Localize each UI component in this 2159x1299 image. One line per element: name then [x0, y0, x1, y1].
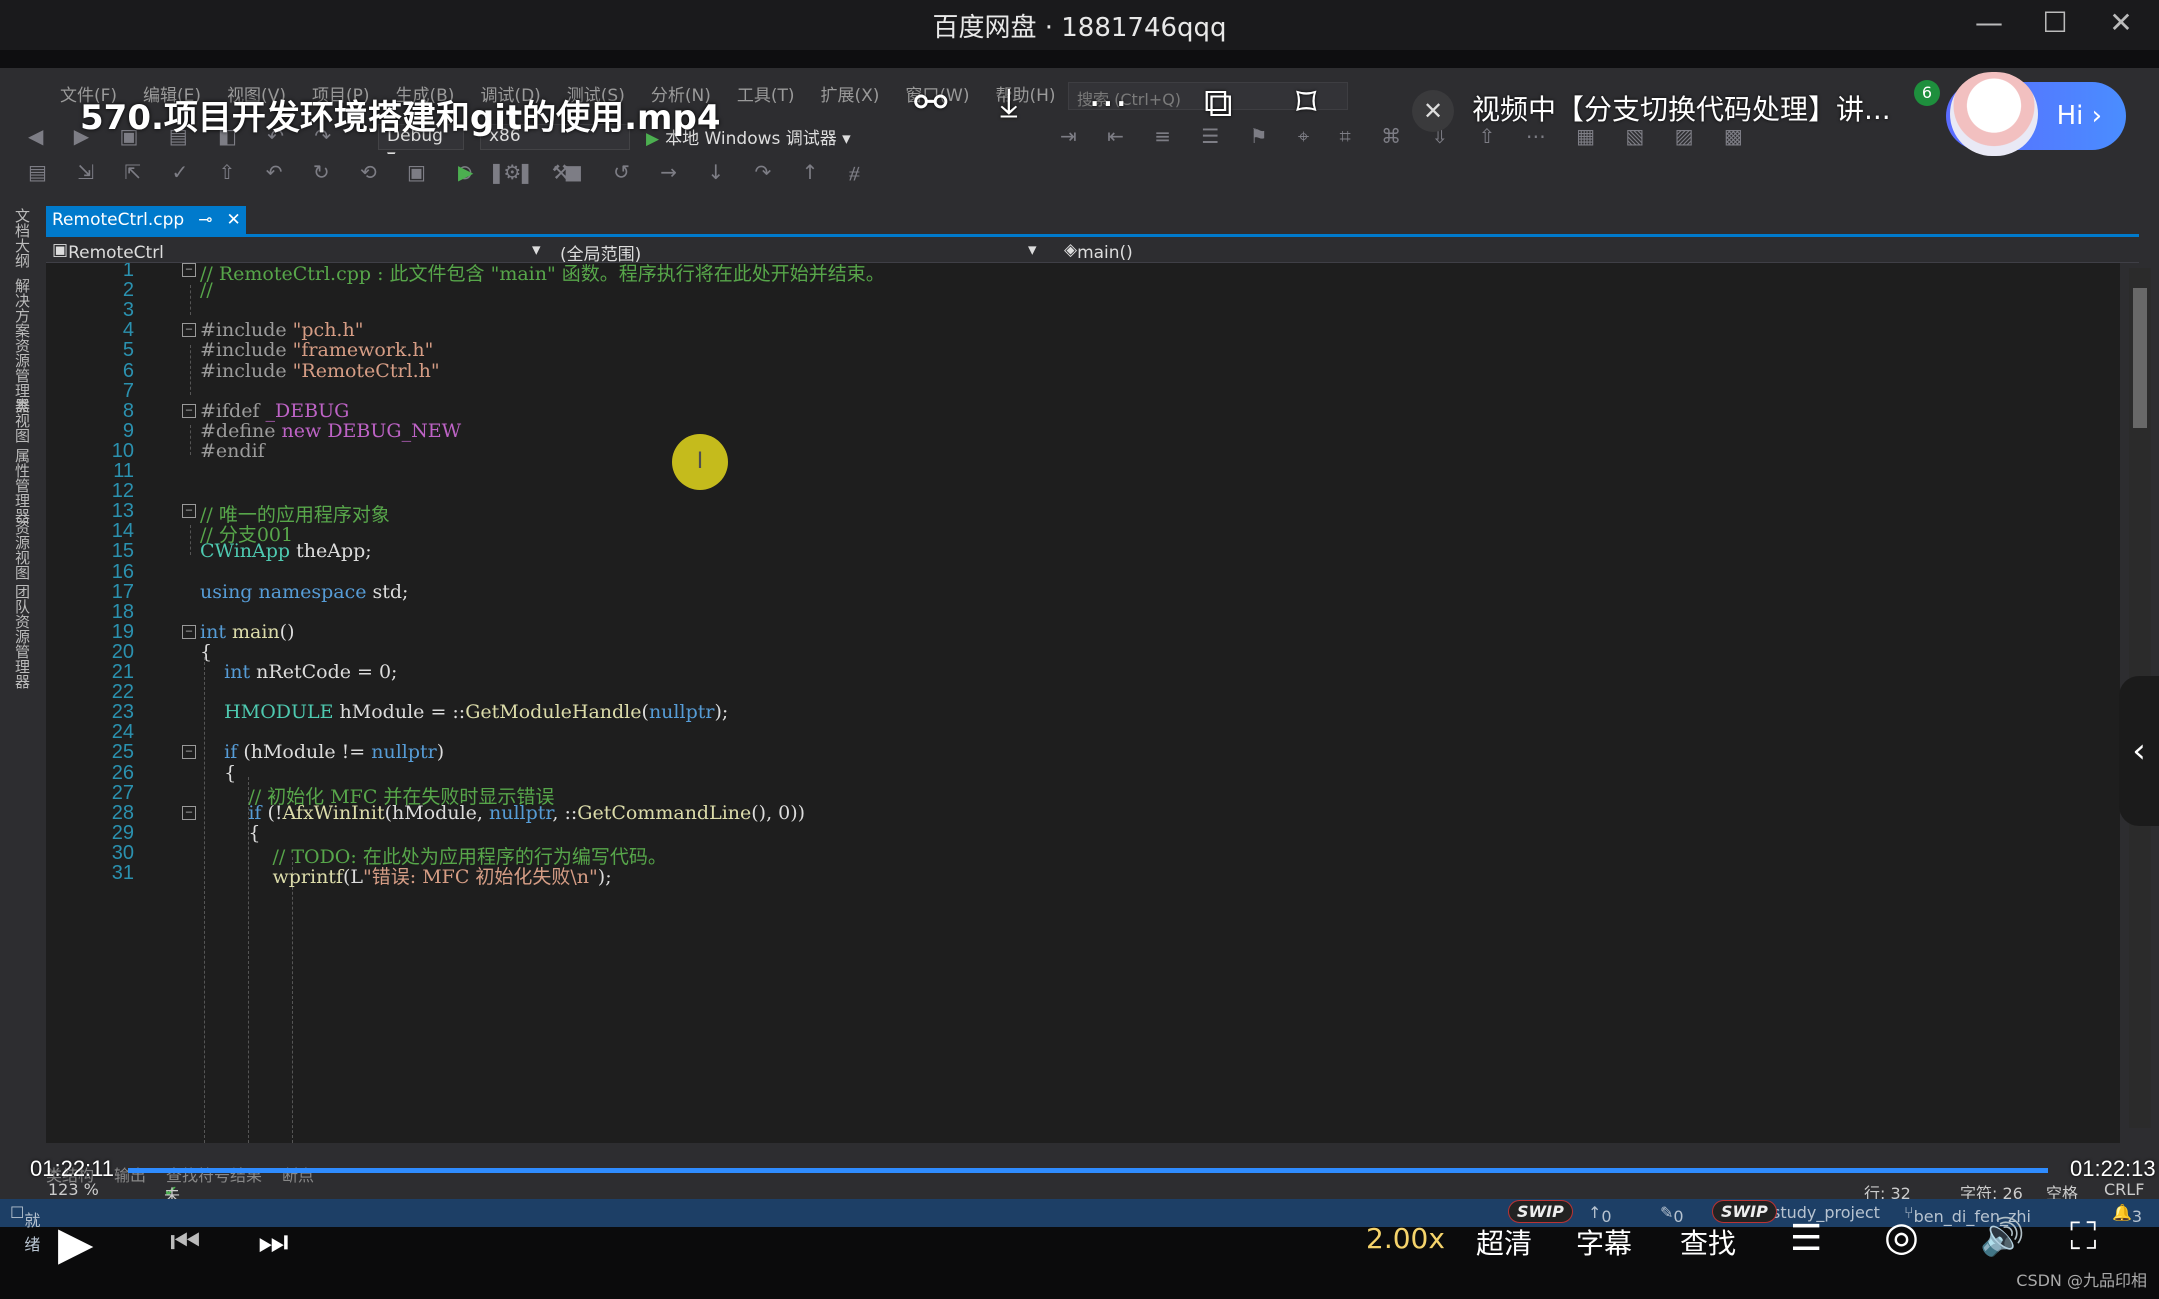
code-line: 31 wprintf(L"错误: MFC 初始化失败\n");: [46, 862, 2120, 890]
window-title-bar: 百度网盘 · 1881746qqq — ☐ ✕: [0, 0, 2159, 50]
code-text: {: [200, 822, 261, 844]
code-text: int nRetCode = 0;: [224, 661, 398, 683]
notification-badge: 6: [1914, 80, 1940, 106]
next-icon[interactable]: ⏭: [258, 1222, 289, 1262]
progress-fill: [128, 1168, 2048, 1173]
bottom-panel-tab: 断点: [282, 1166, 315, 1185]
nav-chevron-icon: ▾: [1028, 240, 1037, 260]
code-text: #define new DEBUG_NEW: [200, 420, 462, 442]
menu-item: 扩展(X): [820, 85, 880, 106]
code-text: #include "pch.h": [200, 319, 364, 341]
menu-item: 工具(T): [736, 85, 795, 106]
pin-icon: ⊸: [198, 210, 213, 230]
close-button[interactable]: ✕: [2105, 6, 2137, 39]
code-text: #endif: [200, 440, 265, 462]
code-text: //: [200, 279, 213, 301]
side-tab: 文档大纲: [13, 208, 31, 268]
code-text: using namespace std;: [200, 581, 409, 603]
status-bell: 🔔 3: [2112, 1203, 2143, 1226]
related-video-link[interactable]: 视频中【分支切换代码处理】讲...: [1472, 88, 1891, 128]
fold-toggle-icon: −: [182, 745, 196, 759]
code-text: {: [200, 762, 237, 784]
code-text: int main(): [200, 621, 295, 643]
code-text: {: [200, 641, 213, 663]
play-icon[interactable]: ▶: [58, 1216, 93, 1270]
more-icon[interactable]: ⋯: [1088, 80, 1128, 126]
fold-toggle-icon: −: [182, 625, 196, 639]
bottom-panel-tab: 查找符号结果: [166, 1166, 263, 1185]
collapse-panel-icon[interactable]: ‹: [2119, 676, 2159, 826]
status-ready: ☐ 就绪: [10, 1203, 41, 1254]
fold-toggle-icon: −: [182, 806, 196, 820]
code-text: CWinApp theApp;: [200, 540, 372, 562]
volume-icon[interactable]: 🔊: [1980, 1216, 2025, 1258]
ide-status-bar: ☐ 就绪 ↑ 0 ✎ 0 study_project ⑂ ben_di_fen_…: [0, 1199, 2159, 1254]
screenshot-icon[interactable]: ⌑: [1296, 80, 1317, 126]
prev-icon[interactable]: ⏮: [170, 1222, 201, 1262]
side-tab: 团队资源管理器: [13, 584, 31, 689]
fold-toggle-icon: −: [182, 263, 196, 277]
nav-project: ▣ RemoteCtrl: [52, 240, 164, 263]
mouse-cursor-highlight: I: [672, 434, 728, 490]
progress-bar[interactable]: [128, 1168, 2048, 1173]
tab-remotectrl-cpp: RemoteCtrl.cpp ⊸ ✕: [46, 206, 246, 234]
fold-toggle-icon: −: [182, 323, 196, 337]
code-text: wprintf(L"错误: MFC 初始化失败\n");: [272, 866, 612, 888]
code-text: if (hModule != nullptr): [224, 741, 445, 763]
code-text: #include "framework.h": [200, 339, 434, 361]
current-time: 01:22:11: [30, 1156, 115, 1181]
line-ending: CRLF: [2104, 1180, 2145, 1199]
ide-debug-toolbar: ▤ ⇲ ⇱ ✓ ⇧ ↶ ↻ ⟲ ▣ ⊙ ⚙ ⚒ ▶ ❚❚ ■ ↺ → ↓ ↷ ↑…: [0, 154, 2159, 190]
side-tab: 属性管理器: [13, 448, 31, 523]
code-text: HMODULE hModule = ::GetModuleHandle(null…: [224, 701, 729, 723]
quality-button[interactable]: 超清: [1476, 1222, 1532, 1262]
code-text: #ifdef _DEBUG: [200, 400, 350, 422]
line-number: 5: [122, 339, 134, 361]
fold-toggle-icon: −: [182, 504, 196, 518]
status-repo: study_project: [1772, 1203, 1880, 1222]
share-icon[interactable]: ⚯: [914, 80, 948, 126]
debug-step-icons: ❚❚ ■ ↺ → ↓ ↷ ↑ ⧣: [488, 160, 872, 184]
settings-icon[interactable]: ◎: [1884, 1214, 1919, 1260]
total-time: 01:22:13: [2070, 1156, 2156, 1181]
swip-badge-2: SWIP: [1712, 1200, 1777, 1223]
download-icon[interactable]: ⤓: [1000, 80, 1018, 126]
watermark: CSDN @九品印相: [2016, 1271, 2147, 1290]
bottom-panel-tab: 输出: [114, 1166, 147, 1185]
continue-icon: ▶: [458, 160, 486, 184]
status-edit: ✎ 0: [1660, 1203, 1684, 1226]
ide-side-tabs: 文档大纲解决方案资源管理器 类视图属性管理器 资源视图团队资源管理器: [0, 198, 42, 1198]
video-frame[interactable]: ⋈ 文件(F)编辑(E)视图(V)项目(P)生成(B)调试(D)测试(S)分析(…: [0, 68, 2159, 1218]
subtitle-button[interactable]: 字幕: [1576, 1222, 1632, 1262]
line-number: 25: [111, 741, 134, 763]
tab-close-icon: ✕: [226, 210, 241, 230]
minimize-button[interactable]: —: [1973, 6, 2005, 39]
navigation-bar: ▣ RemoteCtrl ▾ (全局范围) ▾ ◈ main(): [46, 237, 2139, 265]
window-title: 百度网盘 · 1881746qqq: [932, 12, 1227, 43]
line-number: 15: [111, 540, 134, 562]
speed-button[interactable]: 2.00x: [1366, 1222, 1445, 1255]
fullscreen-icon[interactable]: ⛶: [2070, 1214, 2097, 1259]
code-editor: 1−// RemoteCtrl.cpp : 此文件包含 "main" 函数。程序…: [46, 263, 2120, 1143]
line-number: 31: [111, 862, 134, 884]
side-tab: 资源视图: [13, 520, 31, 580]
video-title: 570.项目开发环境搭建和git的使用.mp4: [80, 98, 721, 138]
tab-label: RemoteCtrl.cpp: [52, 210, 185, 230]
code-text: #include "RemoteCtrl.h": [200, 360, 440, 382]
close-related-icon[interactable]: ✕: [1412, 90, 1454, 132]
nav-chevron-icon: ▾: [532, 240, 541, 260]
find-button[interactable]: 查找: [1680, 1222, 1736, 1262]
assistant-avatar: [1950, 72, 2038, 156]
picture-in-picture-icon[interactable]: ⧉: [1204, 80, 1233, 126]
playlist-icon[interactable]: ☰: [1790, 1218, 1822, 1259]
side-tab: 解决方案资源管理器: [13, 278, 31, 413]
maximize-button[interactable]: ☐: [2039, 6, 2071, 39]
fold-toggle-icon: −: [182, 404, 196, 418]
code-text: if (!AfxWinInit(hModule, nullptr, ::GetC…: [248, 802, 806, 824]
side-tab: 类视图: [13, 398, 31, 443]
status-up: ↑ 0: [1588, 1203, 1612, 1226]
nav-member: ◈ main(): [1064, 240, 1133, 263]
swip-badge: SWIP: [1508, 1200, 1573, 1223]
nav-scope: (全局范围): [560, 245, 642, 265]
